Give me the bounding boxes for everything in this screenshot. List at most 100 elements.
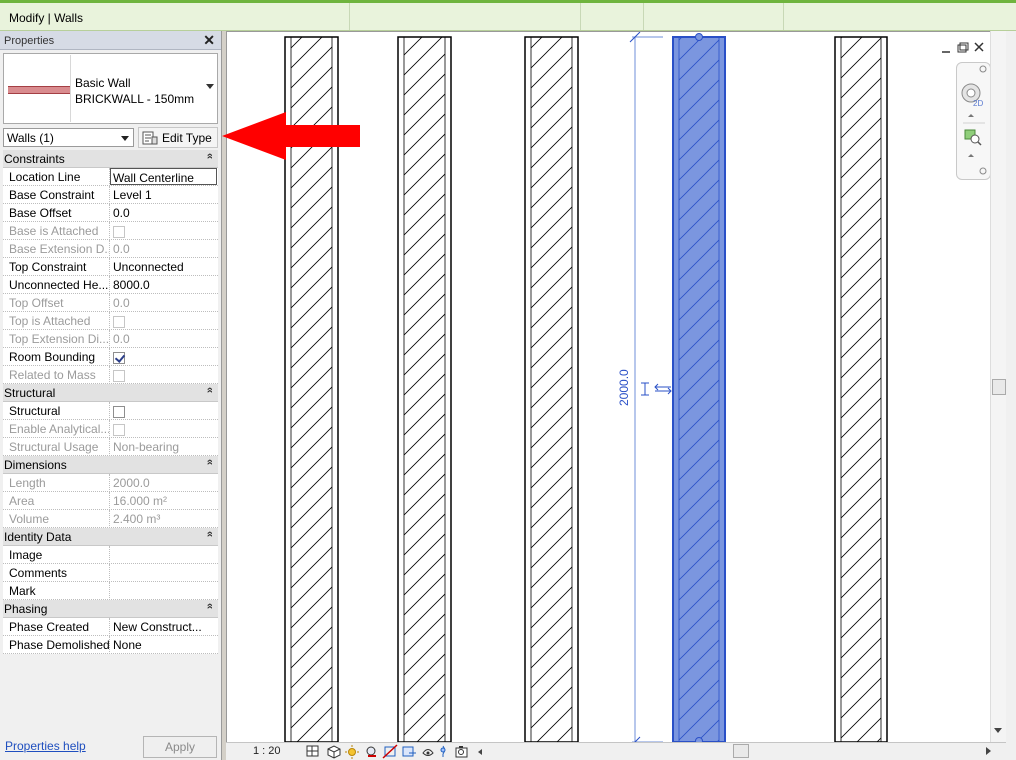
property-row[interactable]: Location Line Wall Centerline — [3, 168, 218, 186]
vertical-scrollbar[interactable] — [990, 31, 1006, 742]
property-row[interactable]: Room Bounding — [3, 348, 218, 366]
property-value[interactable]: New Construct... — [111, 618, 218, 636]
property-group-header[interactable]: Identity Data » — [3, 528, 218, 546]
collapse-icon[interactable]: » — [204, 603, 216, 609]
property-row: Structural Usage Non-bearing — [3, 438, 218, 456]
vertical-scroll-thumb[interactable] — [992, 379, 1006, 395]
type-selector[interactable]: Basic Wall BRICKWALL - 150mm — [3, 53, 218, 124]
temporary-hide-icon[interactable] — [422, 749, 434, 756]
tab-divider — [783, 3, 784, 30]
edit-type-button[interactable]: Edit Type — [138, 127, 218, 148]
wall-5[interactable] — [834, 36, 888, 743]
property-value-checkbox[interactable] — [111, 402, 218, 420]
property-value-checkbox — [111, 222, 218, 240]
property-row[interactable]: Phase Created New Construct... — [3, 618, 218, 636]
property-row[interactable]: Structural — [3, 402, 218, 420]
steering-wheel-icon[interactable]: 2D — [961, 83, 983, 108]
instance-filter-dropdown[interactable]: Walls (1) — [3, 128, 134, 147]
property-group-name: Constraints — [4, 152, 65, 166]
temporary-dimension[interactable]: 2000.0 — [617, 32, 672, 743]
property-value-checkbox[interactable] — [111, 348, 218, 366]
property-row[interactable]: Top Constraint Unconnected — [3, 258, 218, 276]
property-name: Base is Attached — [3, 222, 110, 240]
property-name: Volume — [3, 510, 110, 528]
wall-end-grip[interactable] — [695, 33, 703, 41]
property-value: Non-bearing — [113, 440, 180, 454]
chevron-down-icon[interactable] — [968, 114, 974, 117]
property-value[interactable]: Wall Centerline — [110, 168, 217, 185]
property-row[interactable]: Phase Demolished None — [3, 636, 218, 654]
property-value[interactable]: None — [111, 636, 218, 654]
checked-checkbox-icon[interactable] — [113, 352, 125, 365]
chevron-down-icon — [206, 84, 214, 89]
property-name: Room Bounding — [3, 348, 110, 366]
horizontal-scrollbar[interactable] — [496, 744, 994, 759]
properties-header: Properties ✕ — [0, 31, 221, 50]
property-value[interactable]: 0.0 — [111, 204, 218, 222]
apply-button[interactable]: Apply — [143, 736, 217, 758]
chevron-down-icon[interactable] — [968, 154, 974, 157]
property-group-header[interactable]: Dimensions » — [3, 456, 218, 474]
analytical-model-icon[interactable] — [455, 746, 468, 758]
view-scale[interactable]: 1 : 20 — [253, 745, 281, 757]
property-name: Structural — [3, 402, 110, 420]
property-row: Length 2000.0 — [3, 474, 218, 492]
instance-filter-value: Walls (1) — [7, 131, 54, 145]
property-group-header[interactable]: Constraints » — [3, 150, 218, 168]
collapse-icon[interactable]: » — [204, 153, 216, 159]
visual-style-icon[interactable] — [327, 745, 341, 759]
property-value: 2.400 m³ — [113, 512, 161, 526]
chevron-down-icon — [121, 136, 129, 141]
wall-2[interactable] — [397, 36, 452, 743]
dimension-value[interactable]: 2000.0 — [617, 369, 631, 406]
property-value[interactable]: Level 1 — [111, 186, 218, 204]
tab-divider — [643, 3, 644, 30]
crop-view-icon[interactable] — [382, 744, 398, 759]
detail-level-icon[interactable] — [306, 745, 319, 757]
property-group-header[interactable]: Phasing » — [3, 600, 218, 618]
zoom-region-icon[interactable] — [964, 129, 982, 146]
close-view-icon[interactable] — [974, 42, 984, 52]
property-value[interactable]: Unconnected — [111, 258, 218, 276]
property-value[interactable] — [111, 582, 218, 600]
unchecked-checkbox-icon[interactable] — [113, 406, 125, 419]
property-value[interactable] — [111, 564, 218, 582]
property-group-header[interactable]: Structural » — [3, 384, 218, 402]
collapse-icon[interactable]: » — [204, 531, 216, 537]
property-row[interactable]: Mark — [3, 582, 218, 600]
property-value[interactable]: 8000.0 — [111, 276, 218, 294]
close-icon[interactable]: ✕ — [203, 32, 215, 49]
property-value: 0.0 — [113, 332, 130, 346]
property-row[interactable]: Base Constraint Level 1 — [3, 186, 218, 204]
reveal-hidden-icon[interactable] — [440, 745, 446, 757]
flip-control-icon[interactable] — [641, 382, 672, 396]
collapse-icon[interactable]: » — [204, 387, 216, 393]
collapse-icon[interactable]: » — [204, 459, 216, 465]
property-row[interactable]: Comments — [3, 564, 218, 582]
navbar-options-icon[interactable] — [979, 167, 987, 175]
close-icon[interactable] — [979, 65, 987, 73]
sun-path-icon[interactable] — [345, 745, 359, 759]
unchecked-checkbox-icon — [113, 226, 125, 239]
property-name: Comments — [3, 564, 110, 582]
property-value: 0.0 — [113, 296, 130, 310]
wall-3[interactable] — [524, 36, 579, 743]
window-edge — [1006, 31, 1016, 760]
property-row[interactable]: Unconnected He... 8000.0 — [3, 276, 218, 294]
property-row[interactable]: Base Offset 0.0 — [3, 204, 218, 222]
horizontal-scroll-thumb[interactable] — [733, 744, 749, 758]
property-value[interactable] — [111, 546, 218, 564]
scroll-left-arrow-icon[interactable] — [478, 749, 482, 755]
restore-icon[interactable] — [957, 42, 969, 53]
wall-selected[interactable] — [672, 33, 726, 744]
edit-type-label: Edit Type — [162, 131, 212, 145]
show-crop-region-icon[interactable] — [402, 746, 416, 757]
property-row[interactable]: Image — [3, 546, 218, 564]
scroll-right-arrow-icon[interactable] — [986, 747, 991, 755]
contextual-tab-title[interactable]: Modify | Walls — [9, 11, 83, 25]
property-row: Area 16.000 m² — [3, 492, 218, 510]
properties-help-link[interactable]: Properties help — [5, 739, 86, 753]
steering-wheel-label: 2D — [973, 99, 983, 108]
scroll-down-arrow-icon[interactable] — [994, 728, 1002, 733]
shadows-icon[interactable] — [366, 746, 376, 757]
